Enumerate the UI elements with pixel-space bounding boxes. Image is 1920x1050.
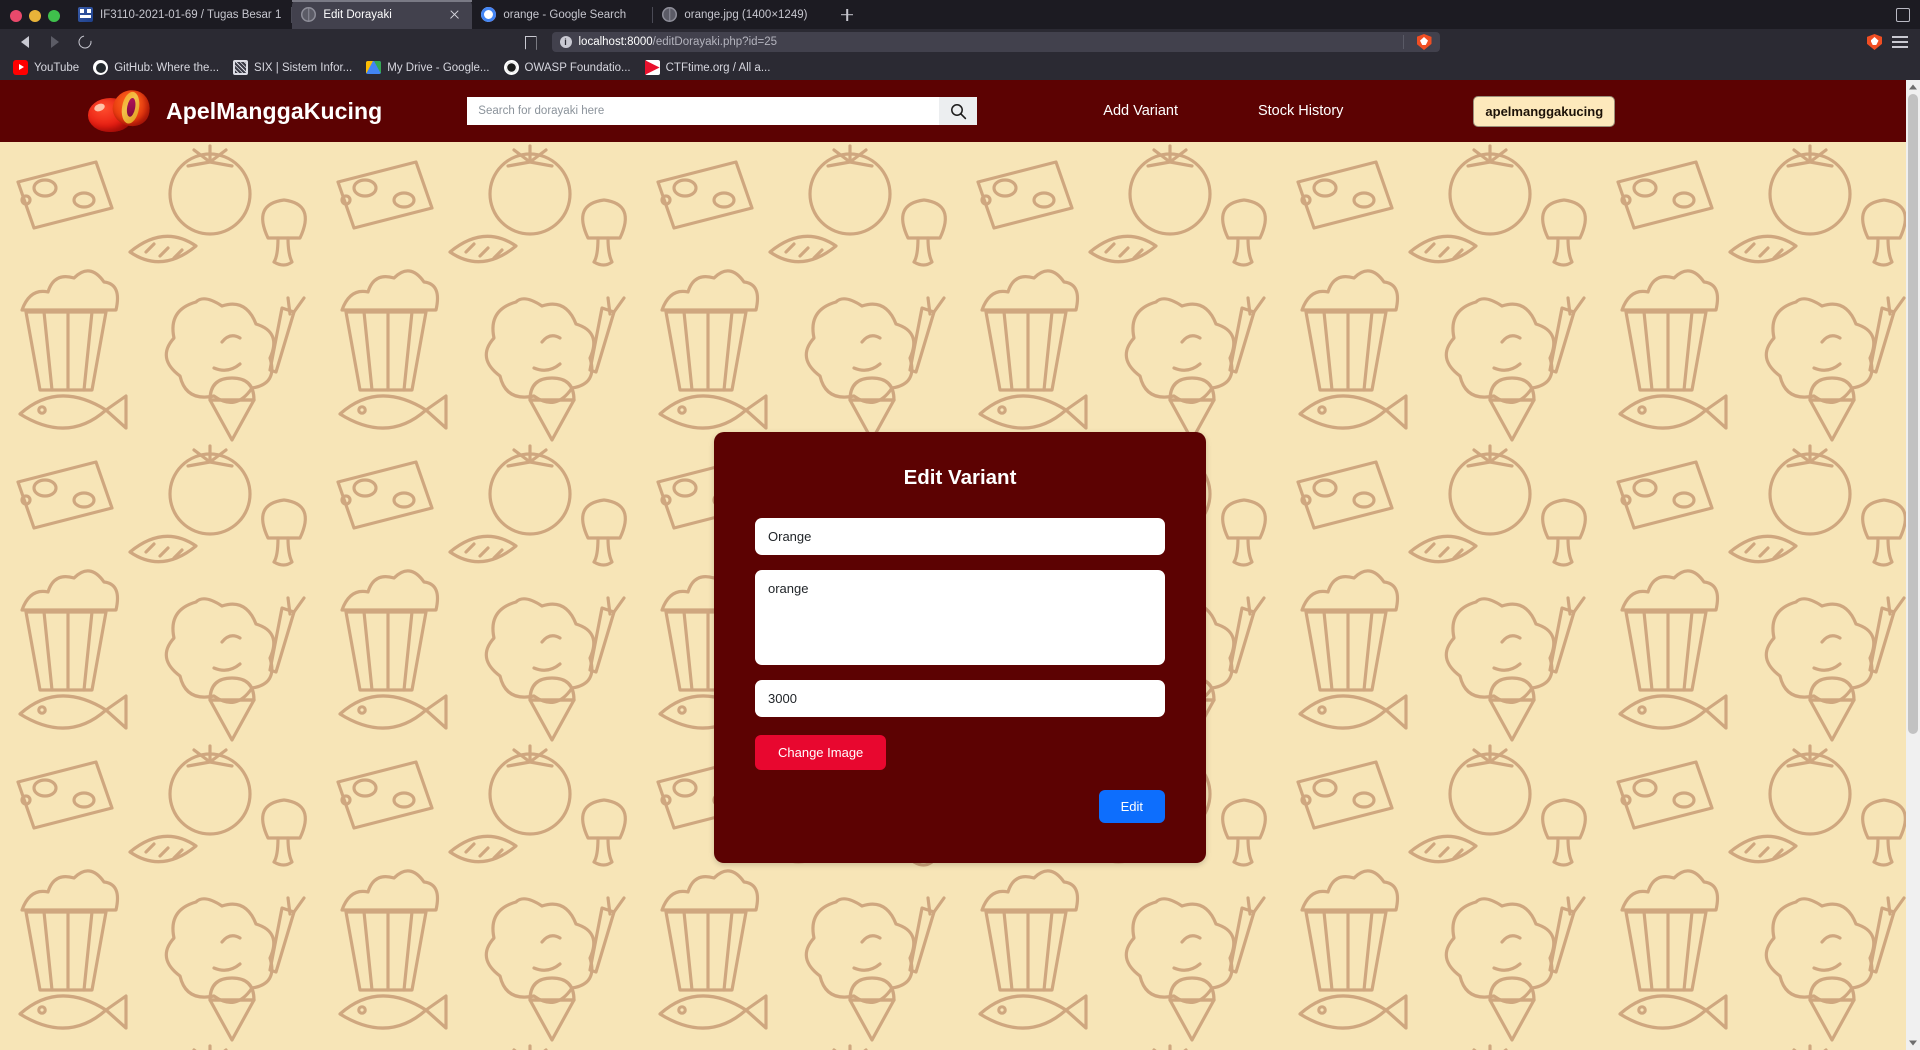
tab-strip: IF3110-2021-01-69 / Tugas Besar 1 Edit D…: [0, 0, 1920, 29]
restore-window-icon[interactable]: [1896, 8, 1910, 22]
variant-name-input[interactable]: [755, 518, 1165, 555]
browser-toolbar: i localhost:8000/editDorayaki.php?id=25: [0, 29, 1920, 55]
bookmark-label: CTFtime.org / All a...: [665, 61, 771, 74]
google-drive-icon: [366, 61, 382, 74]
bookmark-label: My Drive - Google...: [387, 61, 490, 74]
globe-favicon: [301, 7, 317, 22]
search-button[interactable]: [939, 97, 978, 125]
edit-variant-card: Edit Variant Change Image Edit: [714, 432, 1206, 863]
browser-tab-3[interactable]: orange - Google Search: [472, 0, 652, 29]
search-icon: [950, 103, 966, 119]
change-image-button[interactable]: Change Image: [755, 735, 887, 770]
address-bar-area: i localhost:8000/editDorayaki.php?id=25: [100, 32, 1861, 52]
bookmark-label: GitHub: Where the...: [114, 61, 220, 74]
reload-button[interactable]: [70, 29, 100, 55]
bookmark-github[interactable]: GitHub: Where the...: [88, 60, 228, 75]
brave-rewards-icon[interactable]: [1867, 34, 1882, 50]
card-actions: Edit: [755, 790, 1165, 823]
back-arrow-icon: [21, 36, 29, 48]
page-viewport: ApelManggaKucing Add Variant Stock Histo…: [0, 80, 1920, 1050]
search-input[interactable]: [467, 97, 940, 125]
browser-window: IF3110-2021-01-69 / Tugas Besar 1 Edit D…: [0, 0, 1920, 1050]
owasp-icon: [503, 60, 519, 75]
address-bar[interactable]: i localhost:8000/editDorayaki.php?id=25: [551, 32, 1440, 52]
browser-tab-2-active[interactable]: Edit Dorayaki: [292, 0, 473, 29]
address-divider: [1402, 35, 1404, 49]
scroll-down-icon[interactable]: [1906, 1036, 1920, 1050]
new-tab-button[interactable]: [833, 0, 861, 29]
ctftime-icon: [644, 60, 660, 75]
close-tab-icon[interactable]: [447, 7, 462, 22]
bookmark-six[interactable]: SIX | Sistem Infor...: [228, 60, 361, 75]
google-favicon: [481, 7, 497, 22]
github-icon: [93, 60, 109, 75]
brand[interactable]: ApelManggaKucing: [88, 85, 383, 134]
tab-title: orange.jpg (1400×1249): [684, 8, 808, 21]
maximize-window-button[interactable]: [48, 10, 60, 22]
back-button[interactable]: [10, 29, 40, 55]
close-window-button[interactable]: [10, 10, 22, 22]
bookmark-owasp[interactable]: OWASP Foundatio...: [499, 60, 640, 75]
minimize-window-button[interactable]: [29, 10, 41, 22]
bookmark-label: OWASP Foundatio...: [524, 61, 631, 74]
browser-tab-1[interactable]: IF3110-2021-01-69 / Tugas Besar 1: [69, 0, 291, 29]
tab-title: IF3110-2021-01-69 / Tugas Besar 1: [100, 8, 282, 21]
user-account-button[interactable]: apelmanggakucing: [1473, 95, 1616, 127]
variant-price-input[interactable]: [755, 680, 1165, 717]
nav-link-add-variant[interactable]: Add Variant: [1063, 103, 1218, 119]
bookmarks-bar: YouTube GitHub: Where the... SIX | Siste…: [0, 55, 1920, 80]
six-icon: [233, 60, 249, 75]
forward-button[interactable]: [40, 29, 70, 55]
url-path: /editDorayaki.php?id=25: [652, 36, 778, 48]
youtube-icon: [13, 60, 28, 75]
card-title: Edit Variant: [903, 466, 1017, 489]
brave-shield-icon[interactable]: [1416, 34, 1432, 50]
nav-link-stock-history[interactable]: Stock History: [1218, 103, 1383, 119]
bookmark-label: SIX | Sistem Infor...: [254, 61, 353, 74]
window-controls[interactable]: [4, 10, 69, 29]
site-info-icon[interactable]: i: [559, 36, 572, 48]
scrollbar-thumb[interactable]: [1908, 94, 1918, 734]
brand-name: ApelManggaKucing: [166, 97, 383, 124]
url-host: localhost:8000: [578, 36, 653, 48]
site-nav-links: Add Variant Stock History: [1063, 103, 1383, 119]
reload-icon: [75, 32, 95, 52]
variant-description-input[interactable]: [755, 570, 1165, 665]
edit-submit-button[interactable]: Edit: [1098, 790, 1165, 823]
site-header: ApelManggaKucing Add Variant Stock Histo…: [0, 80, 1920, 142]
menu-icon[interactable]: [1892, 36, 1908, 48]
github-favicon: [78, 7, 93, 22]
bookmark-youtube[interactable]: YouTube: [8, 60, 88, 75]
forward-arrow-icon: [51, 36, 59, 48]
page-scrollbar[interactable]: [1906, 80, 1920, 1050]
scroll-up-icon[interactable]: [1906, 80, 1920, 94]
browser-tab-4[interactable]: orange.jpg (1400×1249): [653, 0, 833, 29]
tab-title: orange - Google Search: [503, 8, 627, 21]
bookmark-my-drive[interactable]: My Drive - Google...: [361, 61, 498, 74]
bookmark-label: YouTube: [34, 61, 80, 74]
url-text: localhost:8000/editDorayaki.php?id=25: [579, 36, 1396, 48]
globe-favicon: [662, 7, 678, 22]
apple-mango-logo-icon: [88, 85, 155, 134]
search-form: [467, 97, 978, 125]
toolbar-right: [1861, 34, 1910, 50]
bookmark-ctftime[interactable]: CTFtime.org / All a...: [640, 60, 780, 75]
edit-variant-form: Change Image Edit: [755, 518, 1165, 823]
tab-title: Edit Dorayaki: [323, 8, 392, 21]
bookmark-icon[interactable]: [522, 34, 538, 50]
